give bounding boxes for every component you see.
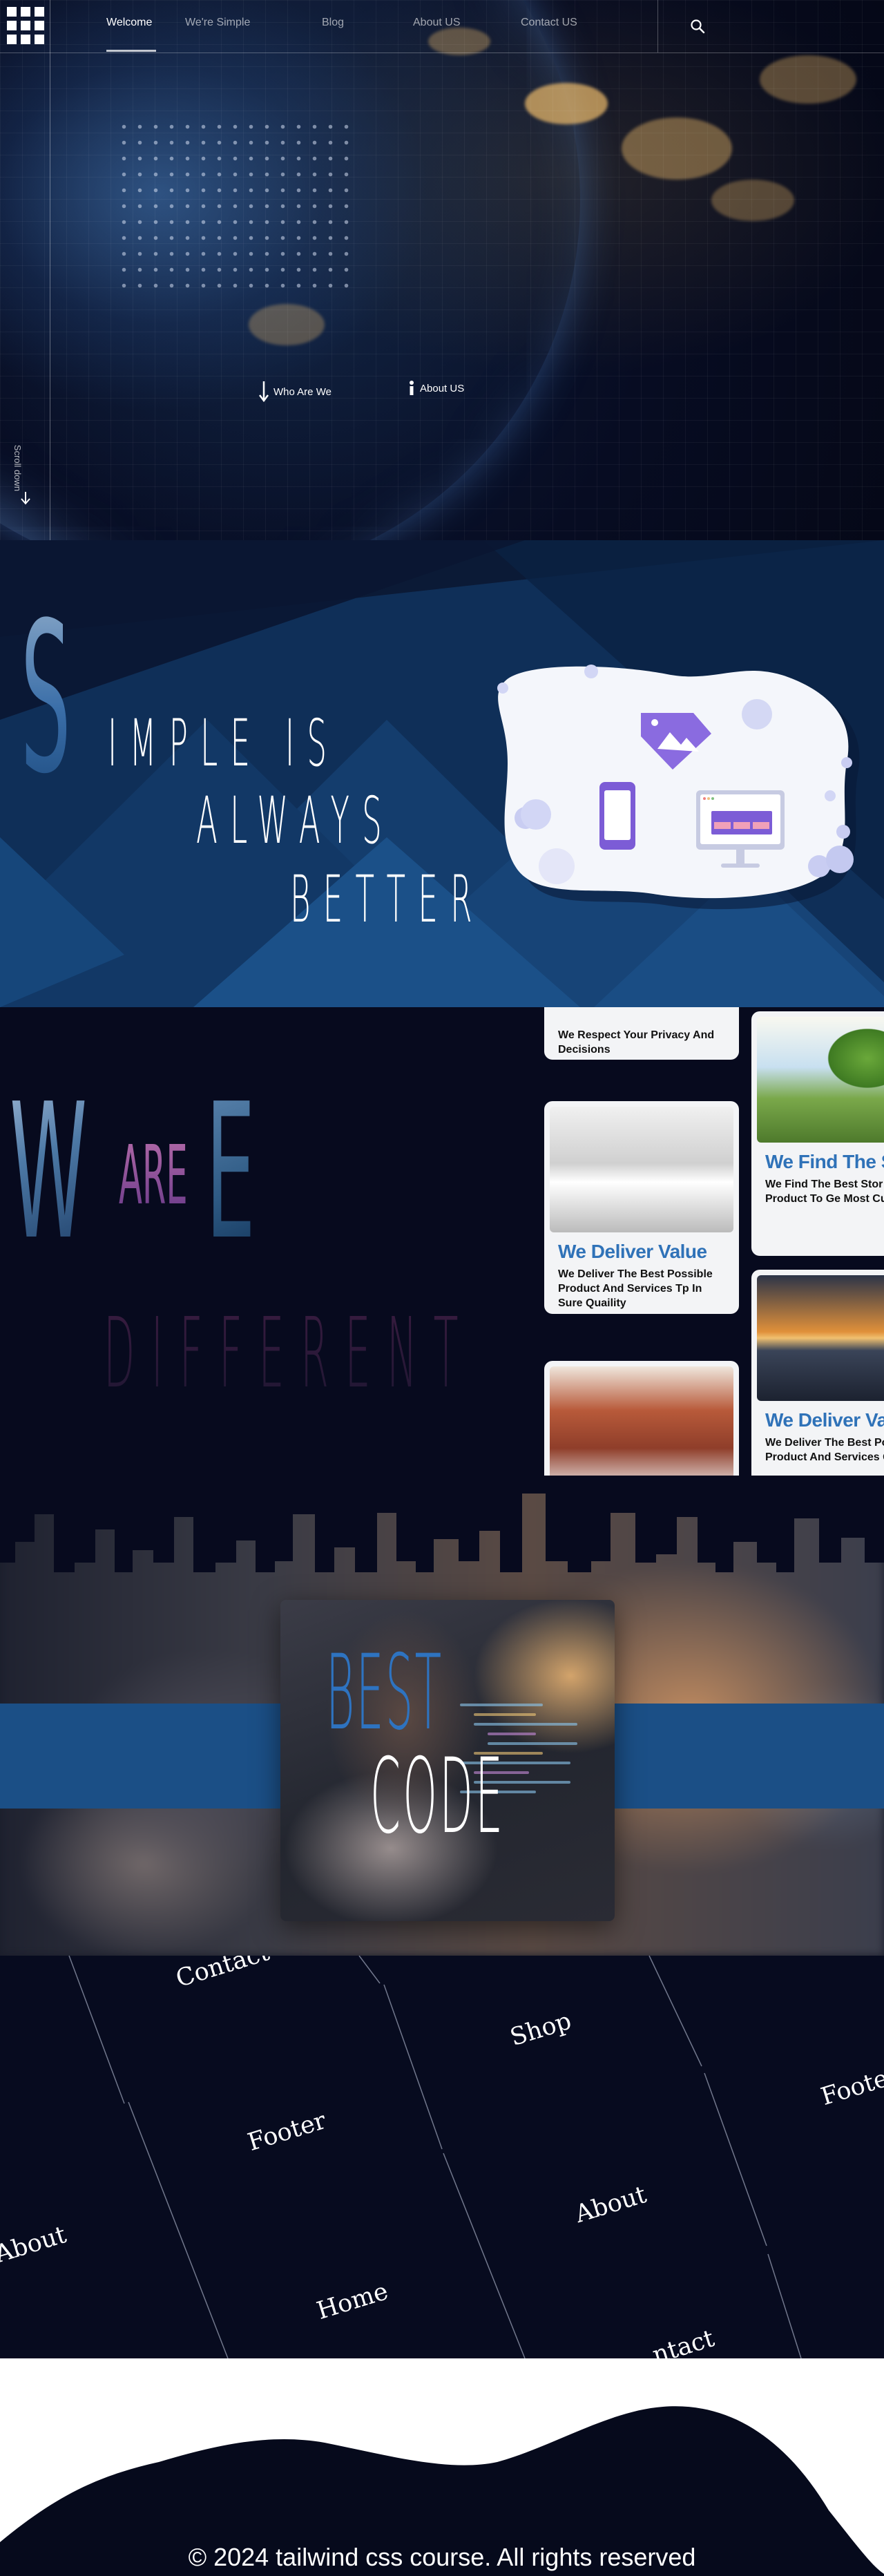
nav-link-blog[interactable]: Blog xyxy=(322,17,344,29)
simple-line-1: IMPLE IS xyxy=(108,706,340,781)
simple-line-2: ALWAYS xyxy=(196,783,395,859)
value-card[interactable]: We Deliver Val We Deliver The Best Po Pr… xyxy=(751,1270,884,1476)
who-are-we-link[interactable]: Who Are We xyxy=(258,380,332,403)
scroll-down-button[interactable]: Scroll down xyxy=(12,435,36,511)
about-us-label: About US xyxy=(420,382,465,394)
responsive-devices-illustration xyxy=(497,665,860,910)
card-title: We Deliver Value xyxy=(558,1241,707,1262)
about-us-link[interactable]: About US xyxy=(407,380,464,397)
value-card[interactable]: We Respect Your Privacy And Decisions xyxy=(544,1007,739,1060)
nav-link-about-us[interactable]: About US xyxy=(413,17,460,29)
card-title: We Deliver Val xyxy=(765,1409,884,1431)
card-description: We Respect Your Privacy And Decisions xyxy=(558,1029,715,1056)
card-image-red-rocks xyxy=(550,1366,733,1476)
copyright-text: © 2024 tailwind css course. All rights r… xyxy=(188,2543,696,2571)
grid-logo-icon[interactable] xyxy=(7,7,44,44)
footer: © 2024 tailwind css course. All rights r… xyxy=(0,2358,884,2576)
big-s-letter: S xyxy=(21,578,71,819)
card-image-snowy-road xyxy=(550,1107,733,1232)
code-word: CODE xyxy=(370,1737,506,1857)
simple-line-3: BETTER xyxy=(290,862,485,937)
best-code-section: BEST CODE xyxy=(0,1476,884,1956)
skyline-decoration xyxy=(0,1476,884,1572)
big-w-letter: W xyxy=(10,1063,88,1281)
nav-link-welcome[interactable]: Welcome xyxy=(106,17,152,29)
nav-link-were-simple[interactable]: We're Simple xyxy=(185,17,250,29)
card-description: We Find The Best Stor For Your Product T… xyxy=(765,1179,884,1205)
dot-grid-decoration xyxy=(116,119,354,292)
we-are-different-section: W ARE E DIFFERENT We Respect Your Privac… xyxy=(0,1007,884,1476)
scroll-down-label: Scroll down xyxy=(12,444,23,492)
tile-grid-lines xyxy=(68,1956,802,2358)
nav-divider xyxy=(657,0,658,53)
arrow-down-icon xyxy=(259,381,269,403)
card-image-green-tree xyxy=(757,1017,884,1143)
card-description: We Deliver The Best Po Product And Servi… xyxy=(765,1437,884,1463)
best-word: BEST xyxy=(326,1633,443,1753)
different-word: DIFFERENT xyxy=(104,1297,475,1410)
nav-link-contact-us[interactable]: Contact US xyxy=(521,17,577,29)
search-icon[interactable] xyxy=(689,18,706,35)
card-image-sunset-lake xyxy=(757,1275,884,1401)
value-card[interactable]: We Find The St We Find The Best Stor For… xyxy=(751,1011,884,1256)
value-card[interactable] xyxy=(544,1361,739,1476)
active-nav-indicator xyxy=(106,50,156,52)
best-code-card[interactable]: BEST CODE xyxy=(280,1600,615,1921)
info-icon xyxy=(410,381,414,395)
hero-section: Welcome We're Simple Blog About US Conta… xyxy=(0,0,884,540)
top-navigation: Welcome We're Simple Blog About US Conta… xyxy=(0,0,884,53)
card-title: We Find The St xyxy=(765,1151,884,1172)
card-description: We Deliver The Best Possible Product And… xyxy=(558,1268,713,1309)
are-word: ARE xyxy=(119,1127,188,1223)
simple-section: S IMPLE IS ALWAYS BETTER xyxy=(0,540,884,1007)
who-are-we-label: Who Are We xyxy=(273,385,332,398)
value-card[interactable]: We Deliver Value We Deliver The Best Pos… xyxy=(544,1101,739,1314)
arrow-down-icon xyxy=(21,492,30,505)
rotated-tiles-section: Contact Shop Footer Footer About About H… xyxy=(0,1956,884,2358)
big-e-letter: E xyxy=(206,1063,256,1281)
